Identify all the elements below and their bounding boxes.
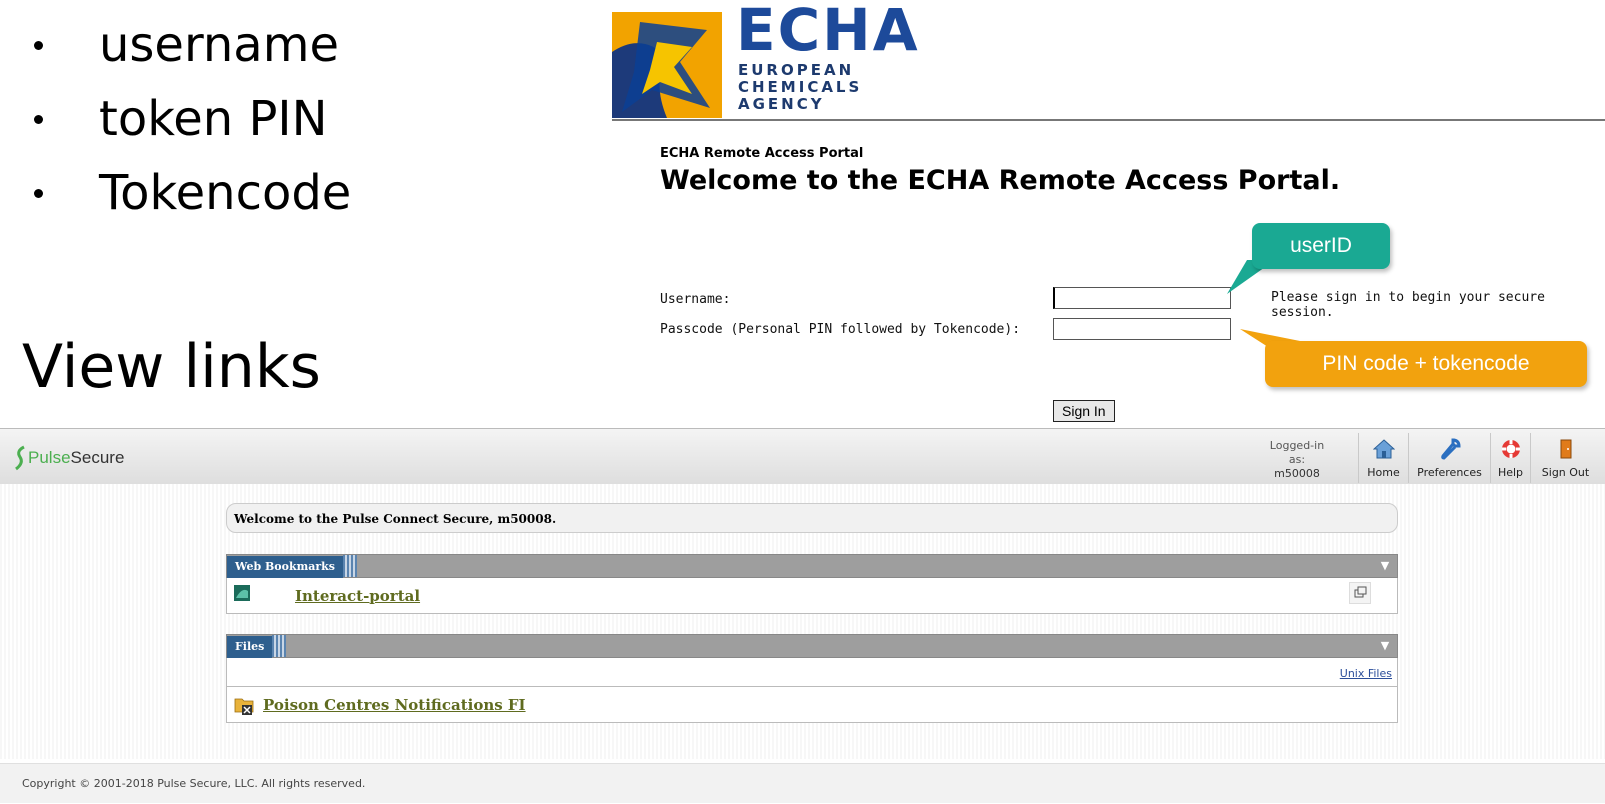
echa-subtitle-line: CHEMICALS (738, 78, 863, 96)
userid-callout: userID (1252, 223, 1390, 269)
pulse-logo-text-green: Pulse (28, 448, 71, 467)
bullet-list: username token PIN Tokencode (30, 8, 351, 230)
header-divider (612, 119, 1605, 121)
slide-heading: View links (22, 332, 321, 402)
file-row: Poison Centres Notifications FI (226, 687, 1398, 723)
bullet-item: username (30, 8, 351, 82)
home-icon (1372, 439, 1395, 459)
echa-logo-icon (612, 12, 722, 118)
pulse-header-bar: Pulse Secure Logged-in as: m50008 Home Pr… (0, 428, 1605, 485)
nav-help-label: Help (1497, 466, 1524, 479)
username-label: Username: (660, 292, 731, 307)
portal-caption: ECHA Remote Access Portal (660, 146, 864, 161)
logged-in-info: Logged-in as: m50008 (1266, 439, 1328, 481)
bullet-dot (34, 114, 43, 124)
web-bookmarks-title: Web Bookmarks (227, 556, 343, 578)
bullet-text: Tokencode (99, 165, 352, 221)
web-bookmarks-header: Web Bookmarks ▼ (226, 554, 1398, 578)
copyright-footer: Copyright © 2001-2018 Pulse Secure, LLC.… (0, 763, 1605, 803)
echa-subtitle: EUROPEAN CHEMICALS AGENCY (738, 62, 862, 113)
logged-in-user: m50008 (1274, 467, 1320, 480)
panel-grip (272, 635, 287, 657)
windows-share-folder-icon (234, 698, 254, 715)
unix-files-link[interactable]: Unix Files (1340, 667, 1392, 680)
bullet-dot (34, 40, 43, 50)
nav-sign-out-button[interactable]: Sign Out (1530, 433, 1600, 483)
bullet-text: username (99, 17, 339, 73)
collapse-arrow-icon[interactable]: ▼ (1373, 635, 1397, 657)
wrench-icon (1440, 438, 1461, 460)
pulse-logo-text: Secure (70, 448, 125, 467)
interact-portal-link[interactable]: Interact-portal (295, 587, 420, 605)
nav-home-label: Home (1367, 466, 1400, 479)
portal-title: Welcome to the ECHA Remote Access Portal… (660, 165, 1341, 196)
nav-help-button[interactable]: Help (1490, 433, 1530, 483)
panel-grip (342, 555, 357, 577)
passcode-input[interactable] (1053, 318, 1231, 340)
bullet-text: token PIN (99, 91, 328, 147)
new-window-icon (1354, 586, 1367, 598)
echa-login-panel: ECHA EUROPEAN CHEMICALS AGENCY ECHA Remo… (612, 0, 1605, 430)
echa-brand-text: ECHA (736, 0, 920, 64)
echa-subtitle-line: EUROPEAN (738, 61, 855, 79)
open-new-window-button[interactable] (1349, 582, 1371, 604)
pulse-logo-icon (15, 445, 25, 471)
files-title: Files (227, 636, 273, 658)
username-input[interactable] (1053, 287, 1231, 309)
pulse-logo: Pulse Secure (14, 445, 124, 471)
collapse-arrow-icon[interactable]: ▼ (1373, 555, 1397, 577)
files-header: Files ▼ (226, 634, 1398, 658)
nav-preferences-button[interactable]: Preferences (1408, 433, 1490, 483)
pin-callout: PIN code + tokencode (1265, 341, 1587, 387)
nav-home-button[interactable]: Home (1358, 433, 1408, 483)
sign-in-button[interactable]: Sign In (1053, 400, 1115, 422)
door-icon (1560, 439, 1571, 459)
nav-sign-out-label: Sign Out (1541, 466, 1590, 479)
bullet-item: Tokencode (30, 156, 351, 230)
logged-in-label: Logged-in as: (1269, 439, 1325, 466)
signin-message: Please sign in to begin your secure sess… (1271, 290, 1545, 320)
nav-preferences-label: Preferences (1417, 466, 1482, 479)
passcode-label: Passcode (Personal PIN followed by Token… (660, 322, 1021, 337)
web-bookmark-icon (234, 585, 250, 601)
files-toolbar-row: Unix Files (226, 658, 1398, 687)
bullet-dot (34, 188, 43, 198)
echa-subtitle-line: AGENCY (738, 95, 825, 113)
bullet-item: token PIN (30, 82, 351, 156)
poison-centres-link[interactable]: Poison Centres Notifications FI (263, 696, 526, 714)
lifebuoy-icon (1501, 440, 1520, 458)
bookmark-row: Interact-portal (226, 578, 1398, 614)
welcome-message: Welcome to the Pulse Connect Secure, m50… (226, 503, 1398, 533)
